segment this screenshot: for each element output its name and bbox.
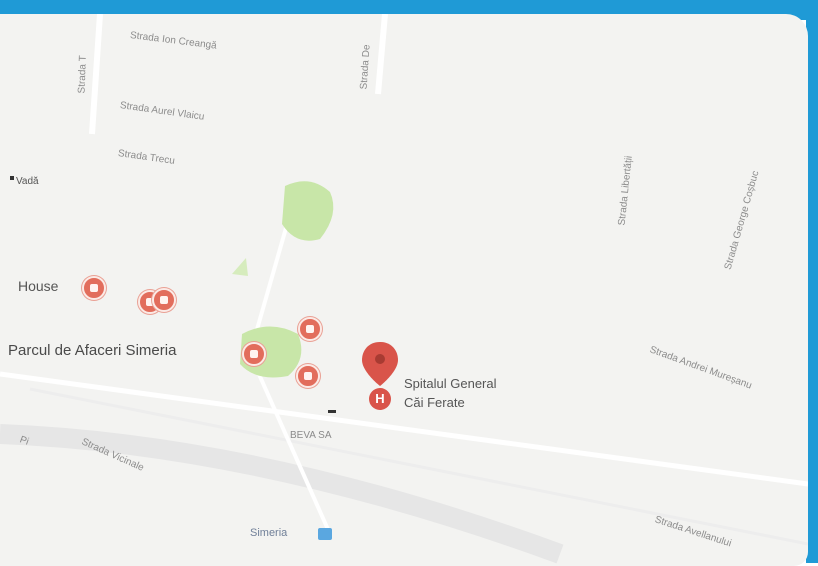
train-station-icon[interactable] — [318, 528, 332, 540]
park-area-north — [282, 181, 334, 241]
place-label-beva: BEVA SA — [290, 430, 332, 441]
small-marker — [328, 410, 336, 413]
poi-marker-business-park[interactable] — [242, 342, 266, 366]
poi-marker-park-1[interactable] — [298, 317, 322, 341]
map-frame: Strada Ion Creangă Strada T Strada Aurel… — [0, 0, 818, 566]
poi-marker-park-2[interactable] — [296, 364, 320, 388]
poi-marker-shop-2[interactable] — [152, 288, 176, 312]
map-canvas[interactable]: Strada Ion Creangă Strada T Strada Aurel… — [0, 14, 808, 566]
map-roads-layer — [0, 14, 808, 564]
hospital-icon[interactable]: H — [369, 388, 391, 410]
place-label-simeria: Simeria — [250, 527, 288, 539]
place-label-hospital-line2: Căi Ferate — [404, 395, 465, 410]
street-label-left-vertical: Strada T — [76, 55, 89, 94]
small-marker-left — [10, 176, 14, 180]
place-label-house: House — [18, 278, 59, 294]
place-label-parc-afaceri: Parcul de Afaceri Simeria — [8, 342, 177, 359]
place-label-hospital-line1: Spitalul General — [404, 376, 497, 391]
place-label-vada: Vadă — [16, 176, 39, 187]
poi-marker-house[interactable] — [82, 276, 106, 300]
